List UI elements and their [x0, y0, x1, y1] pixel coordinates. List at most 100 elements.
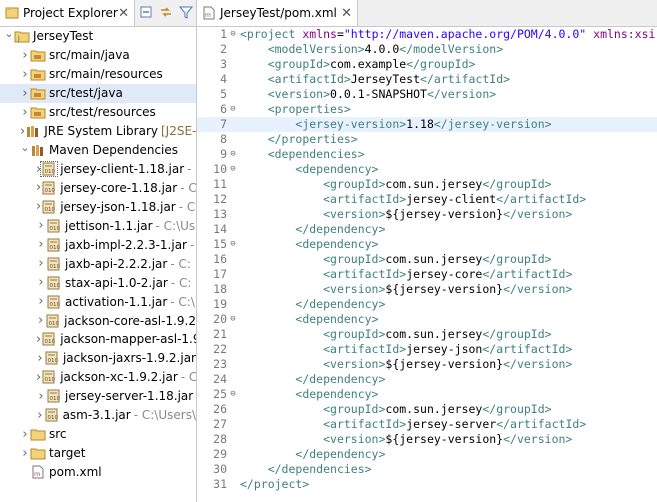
tree-item[interactable]: › 010 jersey-server-1.18.jar — [0, 387, 196, 406]
chevron-right-icon[interactable]: › — [36, 351, 44, 366]
code-line[interactable]: 31 </project> — [197, 477, 657, 492]
link-with-editor-icon[interactable] — [158, 4, 174, 20]
code-line[interactable]: 9 ⊖ <dependencies> — [197, 147, 657, 162]
chevron-down-icon[interactable]: ⌄ — [20, 141, 30, 154]
xml-source-editor[interactable]: 1 ⊖ <project xmlns="http://maven.apache.or… — [197, 27, 657, 492]
tree-item[interactable]: › target — [0, 444, 196, 463]
tree-item[interactable]: › src/main/resources — [0, 65, 196, 84]
chevron-right-icon[interactable]: › — [20, 48, 30, 63]
tree-item[interactable]: › 010 jackson-jaxrs-1.9.2.jar — [0, 349, 196, 368]
chevron-right-icon[interactable]: › — [20, 446, 30, 461]
chevron-right-icon[interactable]: › — [20, 67, 30, 82]
chevron-right-icon[interactable]: › — [20, 105, 30, 120]
code-line[interactable]: 16 <groupId>com.sun.jersey</groupId> — [197, 252, 657, 267]
code-line[interactable]: 25 ⊖ <dependency> — [197, 387, 657, 402]
fold-collapse-icon[interactable]: ⊖ — [227, 102, 239, 117]
xml-file-icon: m — [202, 6, 216, 20]
code-line[interactable]: 12 <artifactId>jersey-client</artifactId… — [197, 192, 657, 207]
tree-item[interactable]: › src/main/java — [0, 46, 196, 65]
tree-item[interactable]: › 010 jackson-mapper-asl-1.9 — [0, 330, 196, 349]
fold-collapse-icon[interactable]: ⊖ — [227, 387, 239, 402]
tab-pom-xml[interactable]: m JerseyTest/pom.xml ✕ — [197, 0, 358, 26]
code-line[interactable]: 22 <artifactId>jersey-json</artifactId> — [197, 342, 657, 357]
tree-item[interactable]: › 010 jackson-core-asl-1.9.2 — [0, 311, 196, 330]
chevron-right-icon[interactable]: › — [20, 427, 30, 442]
chevron-right-icon[interactable]: › — [36, 313, 45, 328]
tree-item[interactable]: › 010 activation-1.1.jar - C:\ — [0, 292, 196, 311]
code-line[interactable]: 13 <version>${jersey-version}</version> — [197, 207, 657, 222]
fold-collapse-icon[interactable]: ⊖ — [227, 312, 239, 327]
chevron-right-icon[interactable]: › — [36, 256, 46, 271]
code-line[interactable]: 30 </dependencies> — [197, 462, 657, 477]
chevron-right-icon[interactable]: › — [36, 408, 44, 423]
code-line[interactable]: 14 </dependency> — [197, 222, 657, 237]
xml-token: <version> — [267, 87, 331, 102]
code-line[interactable]: 3 <groupId>com.example</groupId> — [197, 57, 657, 72]
tree-item[interactable]: › 010 jackson-xc-1.9.2.jar - C — [0, 368, 196, 387]
filter-icon[interactable] — [178, 4, 194, 20]
code-line[interactable]: 18 <version>${jersey-version}</version> — [197, 282, 657, 297]
tree-item[interactable]: ›010jersey-client-1.18.jar- C — [0, 160, 196, 179]
code-line[interactable]: 2 <modelVersion>4.0.0</modelVersion> — [197, 42, 657, 57]
close-icon[interactable]: ✕ — [118, 6, 129, 21]
code-line[interactable]: 29 </dependency> — [197, 447, 657, 462]
tree-item[interactable]: › src — [0, 425, 196, 444]
code-line[interactable]: 28 <version>${jersey-version}</version> — [197, 432, 657, 447]
tree-item[interactable]: ›010jersey-core-1.18.jar- C: — [0, 179, 196, 198]
xml-token: <version> — [323, 207, 386, 222]
code-line[interactable]: 19 </dependency> — [197, 297, 657, 312]
chevron-right-icon[interactable]: › — [36, 237, 46, 252]
code-line[interactable]: 11 <groupId>com.sun.jersey</groupId> — [197, 177, 657, 192]
code-line[interactable]: 21 <groupId>com.sun.jersey</groupId> — [197, 327, 657, 342]
code-line[interactable]: 6 ⊖ <properties> — [197, 102, 657, 117]
code-line[interactable]: 8 </properties> — [197, 132, 657, 147]
chevron-right-icon[interactable]: › — [36, 275, 46, 290]
editor-area: m JerseyTest/pom.xml ✕ 1 ⊖ <project xmlns=… — [197, 0, 657, 502]
tree-item[interactable]: ⌄ J JerseyTest — [0, 27, 196, 46]
fold-collapse-icon[interactable]: ⊖ — [227, 237, 239, 252]
code-line[interactable]: 23 <version>${jersey-version}</version> — [197, 357, 657, 372]
chevron-right-icon[interactable]: › — [36, 294, 46, 309]
tree-item[interactable]: › 010 jaxb-impl-2.2.3-1.jar - — [0, 235, 196, 254]
tree-item[interactable]: ⌄ Maven Dependencies — [0, 141, 196, 160]
close-icon[interactable]: ✕ — [341, 6, 352, 21]
xml-token: jersey-json — [406, 342, 483, 357]
tree-item[interactable]: › 010 stax-api-1.0-2.jar - C: — [0, 273, 196, 292]
code-line[interactable]: 20 ⊖ <dependency> — [197, 312, 657, 327]
code-line[interactable]: 10 ⊖ <dependency> — [197, 162, 657, 177]
xml-token: com.sun.jersey — [385, 402, 483, 417]
chevron-down-icon[interactable]: ⌄ — [4, 27, 14, 40]
code-line[interactable]: 27 <artifactId>jersey-server</artifactId… — [197, 417, 657, 432]
tree-item-label: jettison-1.1.jar — [65, 218, 153, 233]
xml-token: xmlns:xsi — [593, 27, 656, 41]
tree-item[interactable]: ›010jersey-json-1.18.jar- C: — [0, 197, 196, 216]
tree-item[interactable]: › 010 asm-3.1.jar - C:\Users\ — [0, 406, 196, 425]
code-line[interactable]: 26 <groupId>com.sun.jersey</groupId> — [197, 402, 657, 417]
fold-collapse-icon[interactable]: ⊖ — [227, 147, 239, 162]
tree-item-label: jaxb-impl-2.2.3-1.jar — [65, 237, 187, 252]
line-number: 25 — [213, 387, 227, 402]
tree-item[interactable]: › 010 jaxb-api-2.2.2.jar - C: — [0, 254, 196, 273]
fold-collapse-icon[interactable]: ⊖ — [227, 27, 239, 42]
code-line[interactable]: 5 <version>0.0.1-SNAPSHOT</version> — [197, 87, 657, 102]
tree-item[interactable]: › src/test/resources — [0, 103, 196, 122]
chevron-right-icon[interactable]: › — [36, 389, 46, 404]
code-line[interactable]: 17 <artifactId>jersey-core</artifactId> — [197, 267, 657, 282]
svg-text:010: 010 — [50, 302, 61, 308]
fold-collapse-icon[interactable]: ⊖ — [227, 162, 239, 177]
collapse-all-icon[interactable] — [138, 4, 154, 20]
tree-item[interactable]: › src/test/java — [0, 83, 196, 103]
code-line[interactable]: 4 <artifactId>JerseyTest</artifactId> — [197, 72, 657, 87]
code-line[interactable]: 7 <jersey-version>1.18</jersey-version> — [197, 117, 657, 133]
code-line[interactable]: 1 ⊖ <project xmlns="http://maven.apache.or… — [197, 27, 657, 42]
code-line[interactable]: 15 ⊖ <dependency> — [197, 237, 657, 252]
xml-token: <artifactId> — [323, 267, 407, 282]
tree-item[interactable]: ›JRE System Library[J2SE-1 — [0, 122, 196, 141]
code-line[interactable]: 24 </dependency> — [197, 372, 657, 387]
chevron-right-icon[interactable]: › — [36, 218, 46, 233]
chevron-right-icon[interactable]: › — [20, 86, 30, 101]
tree-item[interactable]: › 010 jettison-1.1.jar - C:\Us — [0, 216, 196, 235]
tree-item[interactable]: m pom.xml — [0, 463, 196, 482]
jar-icon: 010 — [41, 370, 57, 384]
tab-project-explorer[interactable]: Project Explorer ✕ — [0, 0, 135, 26]
